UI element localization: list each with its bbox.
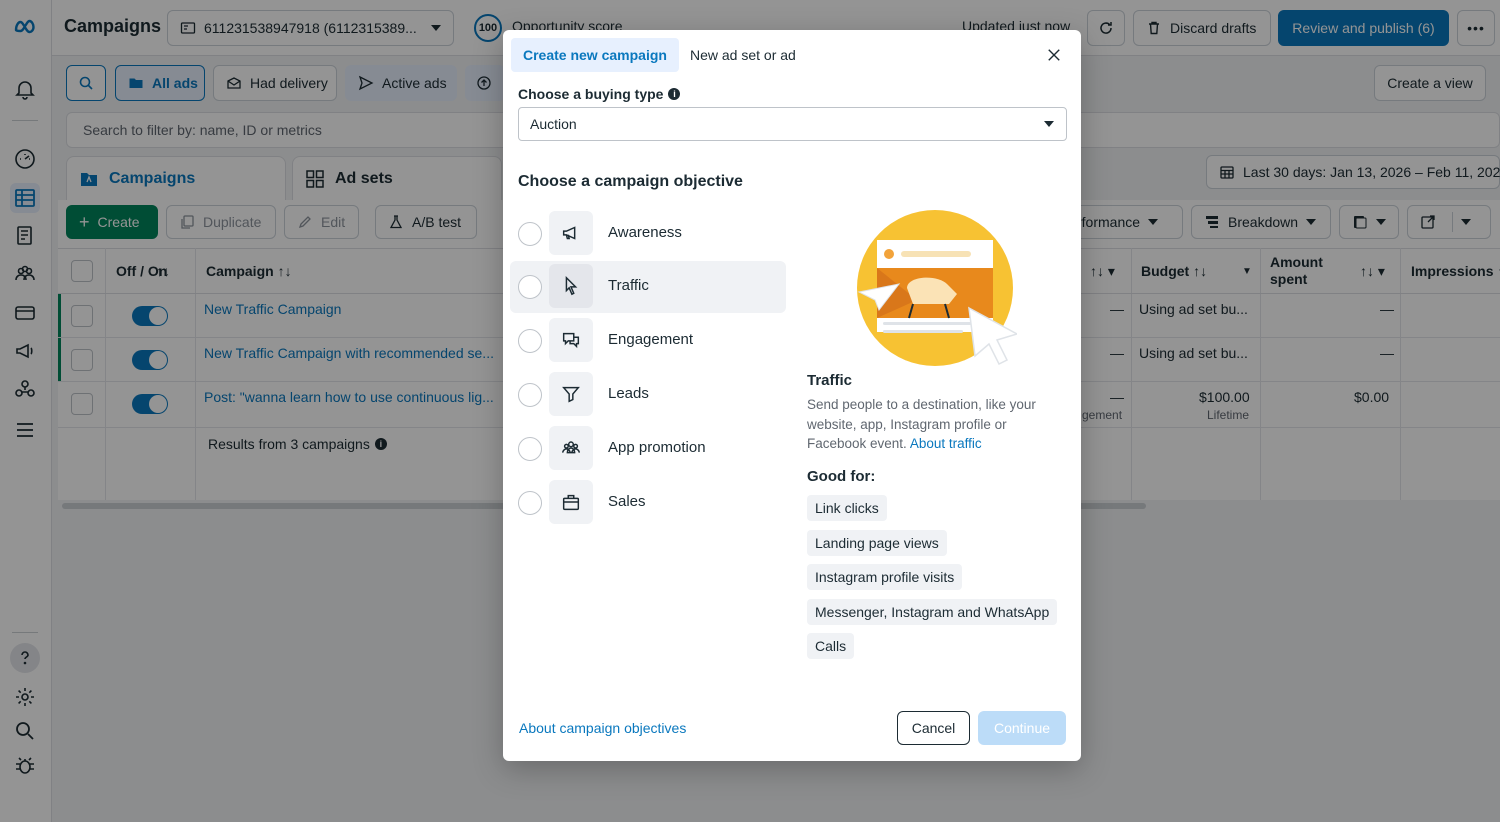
good-for-chip: Messenger, Instagram and WhatsApp [807,599,1058,625]
objective-label: Traffic [608,277,649,294]
chat-bubbles-icon [549,318,593,362]
objective-label: App promotion [608,439,706,456]
objective-option-traffic[interactable]: Traffic [510,261,786,313]
about-campaign-objectives-link[interactable]: About campaign objectives [519,720,686,736]
good-for-chip: Link clicks [807,495,887,521]
objective-radio[interactable] [518,383,542,407]
objective-option-awareness[interactable]: Awareness [510,208,786,260]
objective-option-sales[interactable]: Sales [510,477,786,529]
traffic-illustration [857,210,1017,366]
filter-funnel-icon [549,372,593,416]
objective-radio[interactable] [518,437,542,461]
good-for-chip: Landing page views [807,530,947,556]
buying-type-label: Choose a buying type i [518,86,681,102]
tab-new-ad-set-or-ad[interactable]: New ad set or ad [678,38,808,72]
people-group-icon [549,426,593,470]
good-for-chip: Instagram profile visits [807,564,963,590]
objective-heading: Choose a campaign objective [518,173,743,190]
about-traffic-link[interactable]: About traffic [910,436,982,451]
tab-create-new-campaign[interactable]: Create new campaign [511,38,679,72]
continue-button[interactable]: Continue [978,711,1066,745]
objective-radio[interactable] [518,222,542,246]
objective-detail-description: Send people to a destination, like your … [807,395,1057,454]
objective-detail-title: Traffic [807,372,853,389]
close-icon [1048,49,1060,61]
good-for-chip: Calls [807,633,855,659]
close-button[interactable] [1043,44,1065,66]
good-for-label: Good for: [807,468,876,485]
objective-label: Sales [608,493,646,510]
objective-radio[interactable] [518,329,542,353]
megaphone-icon [549,211,593,255]
objective-label: Awareness [608,224,682,241]
shopping-bag-icon [549,480,593,524]
info-icon[interactable]: i [668,88,681,100]
objective-option-engagement[interactable]: Engagement [510,315,786,367]
buying-type-label-text: Choose a buying type [518,86,664,102]
create-campaign-dialog: Create new campaign New ad set or ad Cho… [503,30,1081,761]
buying-type-value: Auction [530,116,577,132]
objective-radio[interactable] [518,275,542,299]
objective-option-leads[interactable]: Leads [510,369,786,421]
cancel-button[interactable]: Cancel [897,711,970,745]
objective-label: Leads [608,385,649,402]
cursor-icon [549,264,593,308]
objective-option-app-promotion[interactable]: App promotion [510,423,786,475]
buying-type-select[interactable]: Auction [518,107,1067,141]
caret-down-icon [1044,121,1054,127]
objective-label: Engagement [608,331,694,348]
objective-radio[interactable] [518,491,542,515]
